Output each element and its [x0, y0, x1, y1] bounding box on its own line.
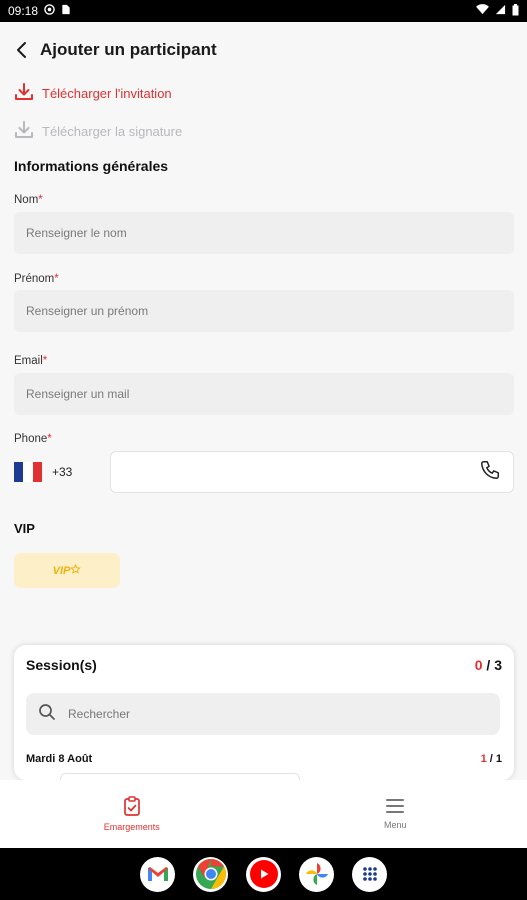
sessions-card: Session(s) 0 / 3 Mardi 8 Août 1 / 1 [14, 645, 514, 780]
back-arrow-icon[interactable] [14, 41, 30, 59]
download-invitation-label: Télécharger l'invitation [42, 86, 172, 101]
phone-label: Phone* [14, 433, 52, 445]
search-icon [38, 703, 56, 726]
phone-row: +33 [14, 451, 514, 493]
section-title-general-info: Informations générales [14, 158, 169, 174]
youtube-icon[interactable] [246, 856, 281, 892]
nav-emargements[interactable]: Emargements [0, 780, 264, 848]
vip-badge-label: VIP [52, 564, 71, 577]
download-icon [14, 120, 34, 143]
hamburger-menu-icon [386, 798, 405, 816]
phone-input[interactable] [110, 451, 514, 493]
sync-icon [44, 4, 55, 18]
star-icon [70, 563, 82, 578]
nav-menu-label: Menu [383, 820, 407, 830]
france-flag-icon[interactable] [14, 462, 42, 482]
prenom-label: Prénom* [14, 273, 59, 285]
phone-icon [479, 459, 501, 486]
sessions-title: Session(s) [26, 657, 97, 673]
app-drawer-icon[interactable] [352, 856, 387, 892]
nav-emargements-label: Emargements [103, 822, 160, 832]
status-time: 09:18 [8, 4, 39, 18]
email-input[interactable] [14, 373, 514, 415]
session-date: Mardi 8 Août [26, 753, 93, 765]
phone-country-code[interactable]: +33 [52, 465, 110, 479]
email-label-text: Email [14, 355, 43, 367]
sessions-header: Session(s) 0 / 3 [26, 657, 502, 673]
sessions-selected-count: 0 [474, 657, 483, 673]
nom-label: Nom* [14, 194, 43, 206]
battery-icon [512, 3, 519, 19]
sessions-search-input[interactable] [68, 707, 223, 721]
download-signature-label: Télécharger la signature [42, 124, 183, 139]
google-photos-icon[interactable] [299, 856, 334, 892]
sessions-count: 0 / 3 [475, 657, 502, 673]
session-item[interactable] [60, 773, 300, 780]
bottom-nav: Emargements Menu [0, 780, 527, 848]
session-date-row[interactable]: Mardi 8 Août 1 / 1 [26, 753, 502, 765]
session-date-count: 1 / 1 [481, 753, 502, 765]
status-bar: 09:18 [0, 0, 527, 22]
nom-input[interactable] [14, 212, 514, 254]
email-label: Email* [14, 355, 47, 367]
required-marker: * [42, 355, 48, 367]
download-invitation-button[interactable]: Télécharger l'invitation [14, 82, 172, 105]
page-header: Ajouter un participant [14, 40, 217, 60]
required-marker: * [47, 433, 52, 445]
download-signature-button[interactable]: Télécharger la signature [14, 120, 182, 143]
prenom-input[interactable] [14, 290, 514, 332]
sessions-search[interactable] [26, 693, 500, 735]
clipboard-check-icon [123, 796, 141, 818]
chrome-icon[interactable] [193, 856, 228, 892]
required-marker: * [38, 194, 43, 206]
vip-title: VIP [14, 521, 35, 536]
signal-icon [495, 4, 506, 18]
wifi-icon [476, 4, 489, 18]
phone-label-text: Phone [14, 433, 48, 445]
sim-icon [61, 4, 71, 18]
session-date-total: / 1 [486, 753, 502, 765]
required-marker: * [54, 273, 59, 285]
gmail-icon[interactable] [140, 856, 175, 892]
page-title: Ajouter un participant [40, 40, 217, 59]
vip-toggle[interactable]: VIP [14, 553, 120, 588]
download-icon [14, 82, 34, 105]
nav-menu[interactable]: Menu [264, 780, 527, 848]
sessions-total-count: / 3 [482, 657, 502, 673]
nom-label-text: Nom [14, 194, 39, 206]
android-dock [0, 848, 527, 900]
prenom-label-text: Prénom [14, 273, 55, 285]
